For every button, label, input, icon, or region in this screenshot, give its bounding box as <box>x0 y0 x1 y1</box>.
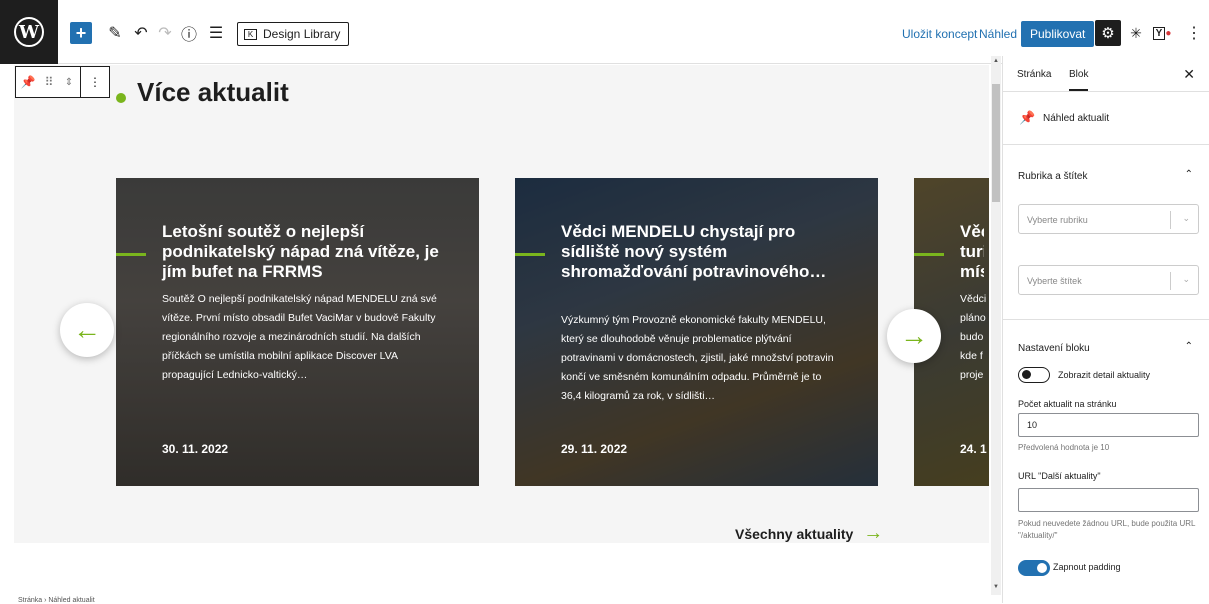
carousel-next-arrow-icon[interactable]: → <box>887 309 941 363</box>
show-detail-label: Zobrazit detail aktuality <box>1058 370 1151 380</box>
carousel-prev-arrow-icon[interactable]: ← <box>60 303 114 357</box>
yoast-icon[interactable]: Y ● <box>1152 22 1172 44</box>
panel-category-tag: Rubrika a štítek ⌃ Vyberte rubriku ⌄ Vyb… <box>1003 145 1209 320</box>
block-toolbar: 📌 ⠿ ⇕ ⋮ <box>15 66 110 98</box>
editor-canvas: 📌 ⠿ ⇕ ⋮ Více aktualit Letošní soutěž o n… <box>0 65 989 597</box>
design-library-icon: K <box>244 28 257 40</box>
scrollbar-thumb[interactable] <box>992 84 1000 202</box>
scroll-down-icon[interactable]: ▼ <box>992 584 1000 592</box>
chevron-down-icon: ⌄ <box>1182 213 1190 223</box>
publish-button[interactable]: Publikovat <box>1021 21 1095 47</box>
news-card-title[interactable]: Letošní soutěž o nejlepší podnikatelský … <box>162 222 442 282</box>
count-input[interactable]: 10 <box>1018 413 1199 437</box>
news-card-excerpt: Soutěž O nejlepší podnikatelský nápad ME… <box>162 293 437 381</box>
padding-label: Zapnout padding <box>1053 562 1121 572</box>
pin-icon[interactable]: 📌 <box>16 67 40 97</box>
canvas-scrollbar[interactable]: ▲ ▼ <box>991 56 1001 595</box>
news-card-title[interactable]: Věc turi mís <box>960 222 984 282</box>
wordpress-logo-button[interactable]: W <box>0 0 58 64</box>
select-separator <box>1170 211 1171 229</box>
news-card-date: 30. 11. 2022 <box>162 442 229 456</box>
url-help: Pokud neuvedete žádnou URL, bude použita… <box>1018 519 1196 540</box>
news-card-excerpt: Výzkumný tým Provozně ekonomické fakulty… <box>561 314 834 402</box>
close-icon[interactable]: ✕ <box>1183 66 1195 83</box>
toggle-knob <box>1037 563 1047 573</box>
yoast-status-icon: ● <box>1165 27 1172 39</box>
count-label: Počet aktualit na stránku <box>1018 399 1117 409</box>
news-card[interactable]: Vědci MENDELU chystají pro sídliště nový… <box>515 178 878 486</box>
tab-page[interactable]: Stránka <box>1017 69 1051 80</box>
preview-button[interactable]: Náhled <box>979 27 1017 41</box>
count-help: Předvolená hodnota je 10 <box>1018 443 1110 452</box>
scroll-up-icon[interactable]: ▲ <box>992 58 1000 66</box>
add-block-button[interactable]: + <box>70 22 92 44</box>
panel-block-settings: Nastavení bloku ⌃ Zobrazit detail aktual… <box>1003 320 1209 600</box>
chevron-up-icon[interactable]: ⌃ <box>1185 341 1193 352</box>
more-options-icon[interactable]: ⋮ <box>1186 22 1202 44</box>
settings-gear-icon[interactable]: ⚙ <box>1095 20 1121 46</box>
card-accent-line <box>914 253 944 256</box>
settings-sidebar: Stránka Blok ✕ 📌 Náhled aktualit Rubrika… <box>1002 56 1209 603</box>
panel-title[interactable]: Nastavení bloku <box>1018 343 1090 354</box>
all-news-link[interactable]: Všechny aktuality → <box>735 522 883 545</box>
tag-select[interactable]: Vyberte štítek ⌄ <box>1018 265 1199 295</box>
padding-toggle[interactable] <box>1018 560 1050 576</box>
details-info-icon[interactable]: ⓘ <box>178 22 200 44</box>
tab-block[interactable]: Blok <box>1069 69 1089 91</box>
news-card-title[interactable]: Vědci MENDELU chystají pro sídliště nový… <box>561 222 841 282</box>
panel-title[interactable]: Rubrika a štítek <box>1018 171 1087 182</box>
chevron-down-icon: ⌄ <box>1182 274 1190 284</box>
pin-icon: 📌 <box>1019 110 1036 125</box>
url-input[interactable] <box>1018 488 1199 512</box>
tools-pencil-icon[interactable]: ✎ <box>104 22 126 44</box>
show-detail-toggle[interactable] <box>1018 367 1050 383</box>
toggle-knob <box>1022 370 1031 379</box>
card-accent-line <box>116 253 146 256</box>
block-card: 📌 Náhled aktualit <box>1003 92 1209 145</box>
title-accent-dot <box>116 93 126 103</box>
wordpress-icon: W <box>14 17 44 47</box>
list-view-icon[interactable]: ☰ <box>205 22 227 44</box>
yoast-y-icon: Y <box>1152 26 1166 40</box>
move-up-down-icon[interactable]: ⇕ <box>58 67 80 97</box>
block-name: Náhled aktualit <box>1043 113 1110 124</box>
category-select-placeholder: Vyberte rubriku <box>1027 215 1088 225</box>
chevron-up-icon[interactable]: ⌃ <box>1185 169 1193 180</box>
design-library-button[interactable]: K Design Library <box>237 22 350 46</box>
sidebar-tabs: Stránka Blok ✕ <box>1003 56 1209 92</box>
redo-icon[interactable]: ↷ <box>154 22 176 44</box>
stackable-icon[interactable]: ✳ <box>1126 22 1146 44</box>
card-accent-line <box>515 253 545 256</box>
all-news-label: Všechny aktuality <box>735 525 854 542</box>
news-card-excerpt: Vědci pláno budo kde f proje <box>960 293 986 381</box>
drag-handle-icon[interactable]: ⠿ <box>40 67 58 97</box>
block-options-icon[interactable]: ⋮ <box>81 67 109 97</box>
undo-icon[interactable]: ↶ <box>130 22 152 44</box>
section-title: Více aktualit <box>137 77 289 107</box>
save-draft-button[interactable]: Uložit koncept <box>902 27 977 41</box>
url-label: URL "Další aktuality" <box>1018 471 1101 481</box>
news-card[interactable]: Letošní soutěž o nejlepší podnikatelský … <box>116 178 479 486</box>
arrow-right-icon: → <box>863 522 884 544</box>
tag-select-placeholder: Vyberte štítek <box>1027 276 1082 286</box>
design-library-label: Design Library <box>263 27 341 41</box>
editor-top-toolbar: W + ✎ ↶ ↷ ⓘ ☰ K Design Library Uložit ko… <box>0 0 1209 64</box>
news-card-date: 29. 11. 2022 <box>561 442 628 456</box>
select-separator <box>1170 272 1171 290</box>
category-select[interactable]: Vyberte rubriku ⌄ <box>1018 204 1199 234</box>
news-card-date: 24. 1 <box>960 442 987 456</box>
